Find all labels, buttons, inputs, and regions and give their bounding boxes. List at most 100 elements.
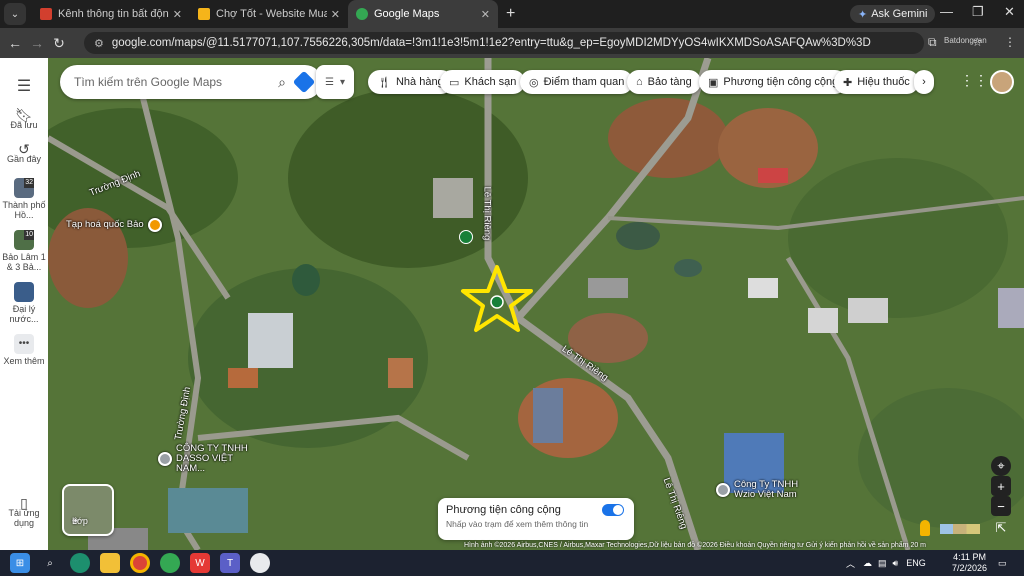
place-thumbnail: [14, 282, 34, 302]
ask-gemini-button[interactable]: ✦ Ask Gemini: [850, 5, 936, 23]
shop-icon: [147, 218, 162, 232]
transit-card-subtitle: Nhấp vào trạm để xem thêm thông tin: [446, 519, 589, 529]
chevron-down-icon: ▾: [339, 76, 345, 88]
chip-museums[interactable]: ⌂ Bảo tàng: [627, 70, 701, 94]
tab-chotot[interactable]: Chợ Tốt - Website Mua Bán, Rao ✕: [190, 0, 348, 28]
close-tab-icon[interactable]: ✕: [481, 8, 490, 21]
volume-icon[interactable]: 🔊︎: [893, 558, 899, 569]
google-maps-favicon-icon: [356, 8, 368, 20]
poi-tap-hoa-quoc-bao[interactable]: Tạp hoá quốc Bảo: [66, 218, 162, 232]
imagery-thumbnails[interactable]: [940, 524, 980, 534]
sidebar-item-more[interactable]: ••• Xem thêm: [3, 334, 45, 366]
tab-batdongsan[interactable]: Kênh thông tin bất động sản - ✕: [32, 0, 190, 28]
cloud-icon[interactable]: ☁: [863, 558, 872, 569]
chip-attractions[interactable]: ◎ Điểm tham quan: [520, 70, 634, 94]
pharmacy-icon: ✚: [843, 76, 853, 89]
edge-icon[interactable]: [70, 553, 90, 573]
chip-pharmacies[interactable]: ✚ Hiệu thuốc: [834, 70, 919, 94]
chevron-up-icon[interactable]: ︿: [846, 557, 855, 570]
maps-sidebar: ☰ 🔖︎ Đã lưu ↺ Gần đây 32 Thành phố Hồ...…: [0, 58, 48, 550]
zoom-out-button[interactable]: −: [991, 496, 1011, 516]
forward-icon[interactable]: →: [26, 35, 48, 51]
bookmark-star-icon[interactable]: ☆: [972, 35, 983, 49]
chotot-favicon-icon: [198, 8, 210, 20]
new-tab-button[interactable]: +: [506, 5, 515, 23]
sidebar-item-hcmc[interactable]: 32 Thành phố Hồ...: [0, 178, 48, 220]
layers-button[interactable]: ◈ Lớp: [62, 484, 114, 536]
close-window-button[interactable]: ✕: [1004, 4, 1015, 20]
maximize-button[interactable]: ❐: [972, 4, 984, 20]
tab-strip: ⌄ Kênh thông tin bất động sản - ✕ Chợ Tố…: [0, 0, 1024, 28]
reload-icon[interactable]: ↻: [48, 35, 70, 52]
chrome-icon[interactable]: [130, 553, 150, 573]
tab-search-button[interactable]: ⌄: [4, 3, 26, 25]
close-tab-icon[interactable]: ✕: [173, 8, 182, 21]
search-icon[interactable]: ⌕: [278, 74, 286, 91]
map-attribution: Hình ảnh ©2026 Airbus,CNES / Airbus,Maxa…: [464, 542, 927, 549]
language-indicator[interactable]: ENG: [906, 558, 926, 568]
sidebar-item-recent[interactable]: ↺ Gần đây: [7, 141, 41, 164]
google-apps-icon[interactable]: ⋮⋮: [960, 72, 988, 89]
transit-card-title: Phương tiện công cộng: [446, 504, 561, 516]
directions-icon[interactable]: [292, 70, 316, 94]
filter-menu-button[interactable]: ☰ ▾: [316, 65, 354, 99]
site-info-icon[interactable]: ⚙: [94, 37, 104, 50]
satellite-map[interactable]: Trường Định Lê Thị Riêng Lê Thị Riêng Tr…: [48, 58, 1024, 550]
expand-icon[interactable]: ⇱: [991, 518, 1011, 538]
menu-icon[interactable]: ⋮: [1004, 35, 1016, 49]
system-tray: ︿ ☁ ▤ 🔊︎ ENG: [846, 550, 926, 576]
windows-start-icon[interactable]: ⊞: [10, 553, 30, 573]
green-flag-icon[interactable]: [459, 230, 473, 244]
back-icon[interactable]: ←: [4, 35, 26, 51]
sidebar-item-bao-lam[interactable]: 10 Bảo Lâm 1 & 3 Bả...: [0, 230, 48, 272]
transit-layer-card: Phương tiện công cộng Nhấp vào trạm để x…: [438, 498, 634, 540]
tab-google-maps[interactable]: Google Maps ✕: [348, 0, 498, 28]
chevron-right-icon: ›: [922, 76, 926, 88]
sidebar-item-dealer[interactable]: Đại lý nước...: [0, 282, 48, 324]
sidebar-item-get-app[interactable]: ▯ Tải ứng dụng: [0, 495, 48, 528]
zalo-icon[interactable]: [160, 553, 180, 573]
install-app-icon[interactable]: ⧉: [928, 35, 937, 50]
transit-toggle[interactable]: [602, 504, 624, 516]
chips-next-button[interactable]: ›: [914, 70, 934, 94]
windows-taskbar: ⊞ ⌕ W T ︿ ☁ ▤ 🔊︎ ENG 4:11 PM 7/2/2026 ▭: [0, 550, 1024, 576]
road-label-le-thi-rieng: Lê Thị Riêng: [481, 186, 493, 241]
batdongsan-favicon-icon: [40, 8, 52, 20]
poi-wzio[interactable]: Công Ty TNHH Wzio Việt Nam: [716, 480, 814, 500]
history-icon: ↺: [18, 141, 30, 157]
place-thumbnail: 32: [14, 178, 34, 198]
poi-dasso[interactable]: CÔNG TY TNHH DASSO VIỆT NAM...: [158, 444, 260, 474]
teams-icon[interactable]: T: [220, 553, 240, 573]
clock[interactable]: 4:11 PM 7/2/2026: [952, 550, 987, 576]
chip-hotels[interactable]: ▭ Khách sạn: [440, 70, 526, 94]
address-bar: ← → ↻ ⚙ google.com/maps/@11.5177071,107.…: [0, 28, 1024, 58]
camera-icon: ◎: [529, 76, 539, 89]
filter-icon: ☰: [325, 76, 334, 88]
notifications-icon[interactable]: ▭: [998, 550, 1007, 576]
more-icon: •••: [13, 334, 34, 354]
chip-transit[interactable]: ▣ Phương tiện công cộng: [699, 70, 848, 94]
search-input[interactable]: Tìm kiếm trên Google Maps: [74, 75, 278, 89]
minimize-button[interactable]: —: [940, 4, 953, 19]
star-marker: [461, 265, 533, 332]
hamburger-icon[interactable]: ☰: [17, 76, 31, 96]
notification-app-icon[interactable]: [250, 553, 270, 573]
my-location-button[interactable]: ⌖: [991, 456, 1011, 476]
file-explorer-icon[interactable]: [100, 553, 120, 573]
sidebar-item-saved[interactable]: 🔖︎ Đã lưu: [10, 108, 37, 130]
avatar[interactable]: [990, 70, 1014, 94]
pegman-icon[interactable]: [920, 520, 930, 536]
bed-icon: ▭: [449, 76, 460, 89]
url-field[interactable]: ⚙ google.com/maps/@11.5177071,107.755622…: [84, 32, 924, 54]
search-icon[interactable]: ⌕: [40, 553, 60, 573]
gemini-icon: ✦: [858, 8, 868, 21]
search-box[interactable]: Tìm kiếm trên Google Maps ⌕: [60, 65, 322, 99]
toggle-knob: [613, 505, 623, 515]
place-thumbnail: 10: [14, 230, 34, 250]
wps-icon[interactable]: W: [190, 553, 210, 573]
network-icon[interactable]: ▤: [878, 558, 887, 569]
satellite-imagery: [48, 58, 1024, 550]
close-tab-icon[interactable]: ✕: [331, 8, 340, 21]
phone-icon: ▯: [20, 495, 28, 511]
zoom-in-button[interactable]: +: [991, 476, 1011, 496]
